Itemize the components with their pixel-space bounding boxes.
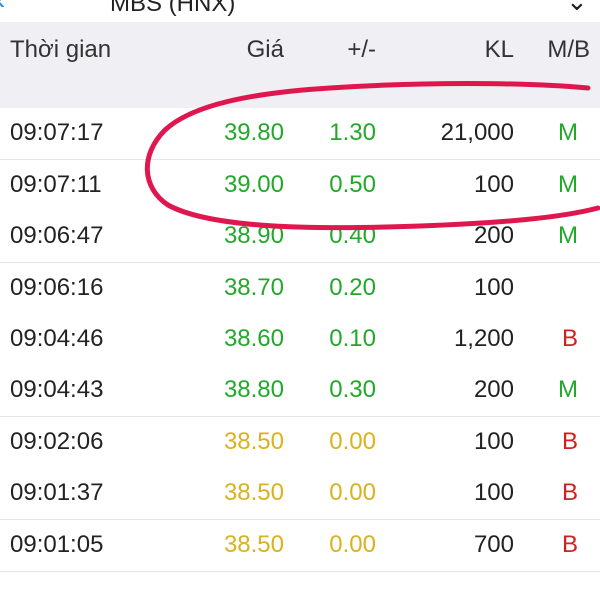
side-cell: M: [558, 376, 578, 403]
change-cell: 0.30: [329, 376, 376, 403]
column-header-volume[interactable]: KL: [485, 36, 514, 64]
time-cell: 09:07:11: [10, 171, 102, 198]
change-cell: 0.00: [329, 479, 376, 506]
volume-cell: 100: [473, 428, 514, 455]
time-cell: 09:06:16: [10, 274, 104, 301]
change-cell: 1.30: [329, 119, 376, 146]
table-row[interactable]: 09:01:37 38.50 0.00 100 B: [0, 468, 600, 520]
side-cell: B: [561, 325, 578, 352]
price-cell: 38.70: [223, 274, 284, 301]
price-cell: 38.90: [223, 222, 284, 249]
side-cell: M: [558, 222, 578, 249]
volume-cell: 200: [473, 222, 514, 249]
side-cell: M: [558, 171, 578, 198]
change-cell: 0.00: [329, 531, 376, 558]
change-cell: 0.00: [329, 428, 376, 455]
table-row[interactable]: 09:07:11 39.00 0.50 100 M: [0, 160, 600, 212]
volume-cell: 200: [473, 376, 514, 403]
side-cell: B: [561, 479, 578, 506]
column-header-change[interactable]: +/-: [347, 36, 376, 64]
time-cell: 09:04:46: [10, 325, 104, 352]
price-cell: 39.00: [223, 171, 284, 198]
table-row[interactable]: 09:06:47 38.90 0.40 200 M: [0, 211, 600, 263]
time-cell: 09:02:06: [10, 428, 104, 455]
change-cell: 0.40: [329, 222, 376, 249]
price-cell: 38.50: [223, 531, 284, 558]
page-title: MBS (HNX): [110, 0, 236, 17]
time-cell: 09:06:47: [10, 222, 104, 249]
table-row[interactable]: 09:02:06 38.50 0.00 100 B: [0, 417, 600, 469]
table-row[interactable]: 09:04:43 38.80 0.30 200 M: [0, 365, 600, 417]
table-row[interactable]: 09:04:46 38.60 0.10 1,200 B: [0, 314, 600, 366]
side-cell: B: [561, 428, 578, 455]
table-row[interactable]: 09:06:16 38.70 0.20 100: [0, 263, 600, 315]
side-cell: M: [558, 119, 578, 146]
column-header-price[interactable]: Giá: [247, 36, 284, 64]
volume-cell: 700: [473, 531, 514, 558]
price-cell: 38.80: [223, 376, 284, 403]
volume-cell: 100: [473, 274, 514, 301]
time-cell: 09:01:05: [10, 531, 104, 558]
volume-cell: 1,200: [453, 325, 514, 352]
change-cell: 0.50: [329, 171, 376, 198]
price-cell: 38.50: [223, 428, 284, 455]
table-header: Thời gian Giá +/- KL M/B: [0, 22, 600, 108]
change-cell: 0.10: [329, 325, 376, 352]
volume-cell: 100: [473, 479, 514, 506]
time-cell: 09:04:43: [10, 376, 104, 403]
price-cell: 38.60: [223, 325, 284, 352]
back-icon[interactable]: ‹: [0, 0, 5, 16]
column-header-time[interactable]: Thời gian: [10, 36, 111, 64]
column-header-side[interactable]: M/B: [547, 36, 590, 64]
change-cell: 0.20: [329, 274, 376, 301]
price-cell: 39.80: [223, 119, 284, 146]
time-cell: 09:07:17: [10, 119, 104, 146]
close-icon[interactable]: ⌄: [566, 0, 588, 17]
time-cell: 09:01:37: [10, 479, 104, 506]
table-row[interactable]: 09:07:17 39.80 1.30 21,000 M: [0, 108, 600, 160]
price-cell: 38.50: [223, 479, 284, 506]
volume-cell: 21,000: [440, 119, 514, 146]
table-row[interactable]: 09:01:05 38.50 0.00 700 B: [0, 520, 600, 572]
nav-bar: ‹ MBS (HNX) ⌄: [0, 0, 600, 22]
volume-cell: 100: [473, 171, 514, 198]
side-cell: B: [561, 531, 578, 558]
